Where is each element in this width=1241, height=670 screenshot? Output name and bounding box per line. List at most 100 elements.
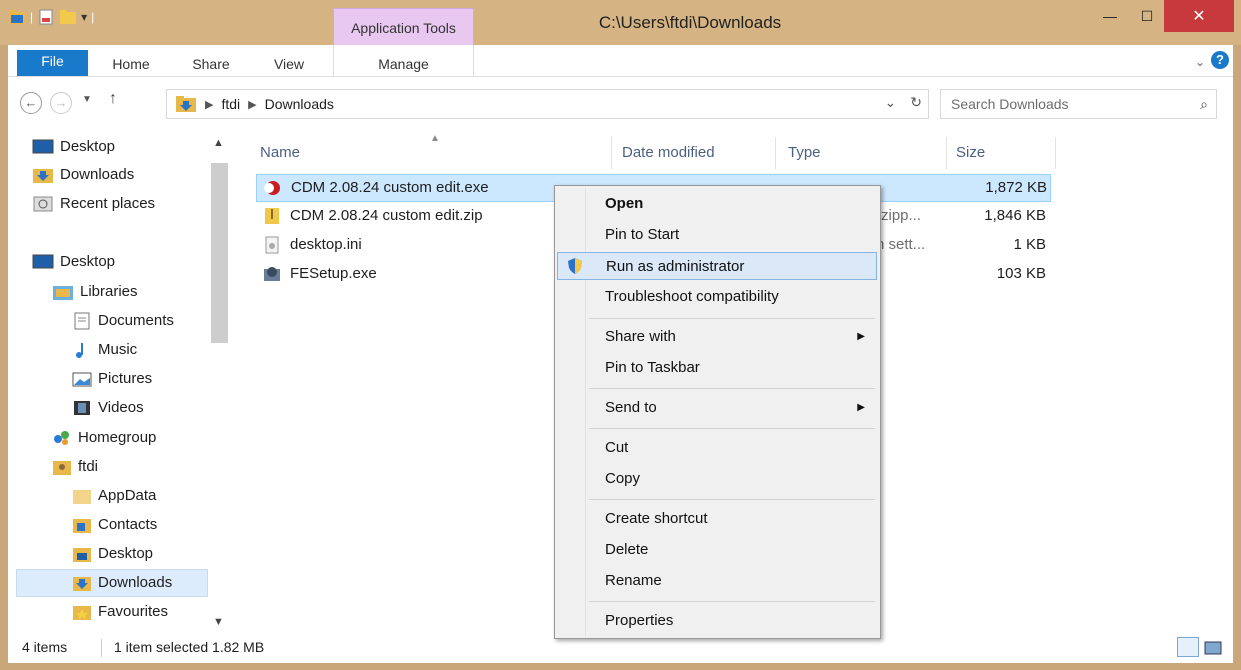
documents-icon: [74, 312, 90, 330]
uac-shield-icon: [568, 258, 582, 274]
recent-locations-icon[interactable]: ▼: [82, 94, 92, 105]
tab-home[interactable]: Home: [106, 45, 156, 77]
large-icons-view-icon[interactable]: [1203, 637, 1225, 657]
title-bar: | ▾ | Application Tools C:\Users\ftdi\Do…: [0, 0, 1241, 45]
details-view-icon[interactable]: [1177, 637, 1199, 657]
nav-item-videos[interactable]: Videos: [72, 394, 144, 422]
breadcrumb-downloads[interactable]: Downloads: [265, 96, 334, 112]
tab-manage[interactable]: Manage: [333, 45, 474, 77]
nav-label: Music: [98, 341, 138, 358]
menu-label: Run as administrator: [606, 258, 745, 275]
menu-item-run-as-administrator[interactable]: Run as administrator: [557, 252, 877, 280]
scroll-down-icon[interactable]: ▼: [213, 616, 224, 628]
nav-label: Downloads: [60, 166, 135, 183]
nav-item-desktop-folder[interactable]: Desktop: [72, 540, 153, 568]
properties-icon[interactable]: [37, 8, 55, 26]
address-box[interactable]: ▶ ftdi ▶ Downloads ⌄ ↻: [166, 89, 929, 119]
column-type[interactable]: Type: [782, 137, 947, 169]
menu-item-open[interactable]: Open: [557, 190, 877, 218]
status-divider: [101, 639, 102, 657]
menu-item-cut[interactable]: Cut: [557, 434, 877, 462]
tab-view[interactable]: View: [264, 45, 314, 77]
column-name[interactable]: Name: [254, 137, 612, 169]
desktop-icon: [32, 139, 54, 154]
navigation-pane: Desktop Downloads Recent places Desktop …: [8, 133, 230, 632]
folder-icon: [73, 490, 91, 504]
address-dropdown-icon[interactable]: ⌄: [885, 94, 897, 111]
nav-scrollbar[interactable]: ▲ ▼: [208, 133, 230, 632]
nav-item-documents[interactable]: Documents: [72, 307, 174, 335]
nav-label: Downloads: [98, 574, 173, 591]
scroll-up-icon[interactable]: ▲: [213, 137, 224, 149]
back-button[interactable]: ←: [20, 92, 42, 114]
new-folder-icon[interactable]: [59, 8, 77, 26]
breadcrumb-ftdi[interactable]: ftdi: [221, 96, 240, 112]
maximize-button[interactable]: ☐: [1130, 0, 1164, 32]
nav-label: Favourites: [98, 603, 169, 620]
nav-item-appdata[interactable]: AppData: [72, 482, 156, 510]
nav-label: Contacts: [98, 516, 158, 533]
column-date-modified[interactable]: Date modified: [616, 137, 776, 169]
nav-item-music[interactable]: Music: [72, 336, 137, 364]
nav-item-downloads-folder[interactable]: Downloads: [16, 569, 208, 597]
menu-item-pin-to-taskbar[interactable]: Pin to Taskbar: [557, 354, 877, 382]
nav-label: Desktop: [60, 138, 116, 155]
nav-item-contacts[interactable]: Contacts: [72, 511, 157, 539]
file-name: FESetup.exe: [290, 265, 377, 282]
desktop-folder-icon: [73, 548, 91, 562]
nav-item-pictures[interactable]: Pictures: [72, 365, 152, 393]
nav-item-ftdi[interactable]: ftdi: [52, 453, 98, 481]
menu-item-create-shortcut[interactable]: Create shortcut: [557, 505, 877, 533]
tab-share[interactable]: Share: [186, 45, 236, 77]
menu-label: Share with: [605, 328, 676, 345]
menu-separator: [589, 318, 875, 319]
qat-dropdown-icon[interactable]: ▾: [81, 10, 87, 24]
downloads-folder-icon: [73, 577, 91, 591]
breadcrumb-arrow-icon[interactable]: ▶: [248, 98, 256, 111]
menu-separator: [589, 428, 875, 429]
search-icon[interactable]: ⌕: [1200, 90, 1208, 118]
menu-item-troubleshoot[interactable]: Troubleshoot compatibility: [557, 283, 877, 311]
menu-item-properties[interactable]: Properties: [557, 607, 877, 635]
nav-item-homegroup[interactable]: Homegroup: [52, 424, 156, 452]
menu-item-pin-to-start[interactable]: Pin to Start: [557, 221, 877, 249]
nav-label: Pictures: [98, 370, 153, 387]
nav-item-desktop[interactable]: Desktop: [32, 133, 115, 161]
downloads-folder-icon: [33, 169, 53, 183]
close-button[interactable]: ✕: [1164, 0, 1234, 32]
menu-item-delete[interactable]: Delete: [557, 536, 877, 564]
application-tools-label: Application Tools: [351, 20, 456, 36]
nav-item-downloads[interactable]: Downloads: [32, 161, 134, 189]
up-button[interactable]: ↑: [109, 90, 117, 108]
menu-separator: [589, 388, 875, 389]
search-input[interactable]: Search Downloads ⌕: [940, 89, 1217, 119]
breadcrumb-arrow-icon[interactable]: ▶: [205, 98, 213, 111]
folder-icon[interactable]: [8, 8, 26, 26]
file-type: n sett...: [876, 236, 926, 253]
recent-places-icon: [33, 196, 53, 212]
qat-divider: |: [30, 10, 34, 24]
menu-item-share-with[interactable]: Share with ▶: [557, 323, 877, 351]
scroll-thumb[interactable]: [211, 163, 228, 343]
expand-ribbon-icon[interactable]: ⌄: [1195, 55, 1205, 69]
nav-item-desktop-root[interactable]: Desktop: [32, 248, 115, 276]
menu-separator: [589, 601, 875, 602]
exe-red-icon: [264, 181, 280, 195]
tab-file[interactable]: File: [17, 50, 88, 76]
file-name: CDM 2.08.24 custom edit.exe: [291, 179, 489, 196]
menu-item-rename[interactable]: Rename: [557, 567, 877, 595]
column-size[interactable]: Size: [950, 137, 1056, 169]
nav-item-recent-places[interactable]: Recent places: [32, 190, 155, 218]
forward-button[interactable]: →: [50, 92, 72, 114]
search-placeholder: Search Downloads: [951, 96, 1069, 112]
nav-item-favourites[interactable]: Favourites: [72, 598, 168, 626]
menu-item-copy[interactable]: Copy: [557, 465, 877, 493]
file-name: CDM 2.08.24 custom edit.zip: [290, 207, 483, 224]
file-size: 103 KB: [996, 265, 1046, 282]
submenu-arrow-icon: ▶: [857, 331, 865, 342]
nav-item-libraries[interactable]: Libraries: [52, 278, 138, 306]
minimize-button[interactable]: —: [1093, 0, 1127, 32]
refresh-icon[interactable]: ↻: [910, 94, 922, 111]
help-icon[interactable]: ?: [1211, 51, 1229, 69]
menu-item-send-to[interactable]: Send to ▶: [557, 394, 877, 422]
